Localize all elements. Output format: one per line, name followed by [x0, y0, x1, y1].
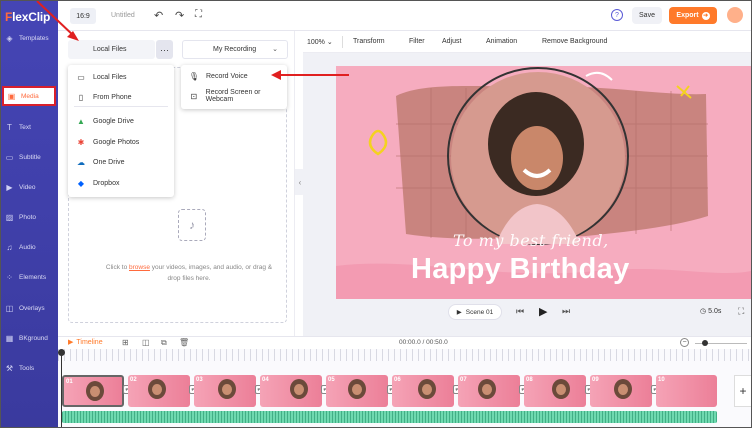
play-triangle-icon: ▶: [456, 309, 462, 316]
fullscreen-icon[interactable]: ⛶: [738, 306, 744, 317]
duplicate-icon[interactable]: ⧉: [161, 338, 167, 348]
clip-thumbnail: [148, 379, 166, 399]
timeline-area: 01 ⇄ 02 ⇄ 03 ⇄ 04 ⇄ 05 ⇄ 06 ⇄ 07 ⇄ 08 ⇄ …: [58, 349, 751, 427]
add-scene-icon[interactable]: ⊞: [122, 338, 129, 347]
clip-thumbnail: [86, 381, 104, 401]
timeline-toolbar: ▶ Timeline ⊞ ◫ ⧉ 🗑︎ 00:00.0 / 00:50.0 −: [58, 336, 751, 349]
previous-icon[interactable]: ⏮: [516, 306, 524, 317]
clip-thumbnail: [478, 379, 496, 399]
next-icon[interactable]: ⏭: [562, 306, 570, 317]
clip-thumbnail: [418, 379, 436, 399]
timeline-toggle[interactable]: ▶ Timeline: [68, 338, 103, 347]
split-icon[interactable]: ◫: [142, 338, 150, 347]
clip-thumbnail: [290, 379, 308, 399]
add-clip-button[interactable]: +: [734, 375, 751, 407]
scene-duration[interactable]: ◷ 5.0s: [700, 307, 721, 316]
audio-track[interactable]: [62, 411, 717, 423]
trash-icon[interactable]: 🗑︎: [179, 338, 189, 347]
clip-thumbnail: [348, 379, 366, 399]
scene-clip[interactable]: 06: [392, 375, 454, 407]
clip-thumbnail: [218, 379, 236, 399]
clip-thumbnail: [614, 379, 632, 399]
playhead[interactable]: [58, 349, 65, 427]
timeline-ruler: [58, 349, 751, 361]
scene-clip[interactable]: 01: [62, 375, 124, 407]
play-icon[interactable]: ▶: [539, 305, 547, 318]
playhead-handle[interactable]: [58, 349, 65, 356]
app-window: FlexClip ◈ Templates ▣ Media T Text ▭ Subtit…: [0, 0, 752, 428]
clock-icon: ◷: [700, 308, 707, 315]
play-circle-icon: ▶: [68, 339, 74, 346]
scene-clip[interactable]: 03: [194, 375, 256, 407]
clip-thumbnail: [552, 379, 570, 399]
timeline-time: 00:00.0 / 00:50.0: [399, 339, 448, 346]
scene-clip[interactable]: 10: [656, 375, 717, 407]
scene-clip[interactable]: 02: [128, 375, 190, 407]
scene-clip[interactable]: 04: [260, 375, 322, 407]
scene-clip[interactable]: 07: [458, 375, 520, 407]
zoom-out-icon[interactable]: −: [680, 338, 689, 347]
scene-clip[interactable]: 08: [524, 375, 586, 407]
zoom-slider-handle[interactable]: [702, 340, 708, 346]
scene-clip[interactable]: 05: [326, 375, 388, 407]
scene-clip[interactable]: 09: [590, 375, 652, 407]
scene-clips: 01 ⇄ 02 ⇄ 03 ⇄ 04 ⇄ 05 ⇄ 06 ⇄ 07 ⇄ 08 ⇄ …: [62, 375, 717, 407]
scene-selector[interactable]: ▶ Scene 01: [448, 304, 502, 320]
